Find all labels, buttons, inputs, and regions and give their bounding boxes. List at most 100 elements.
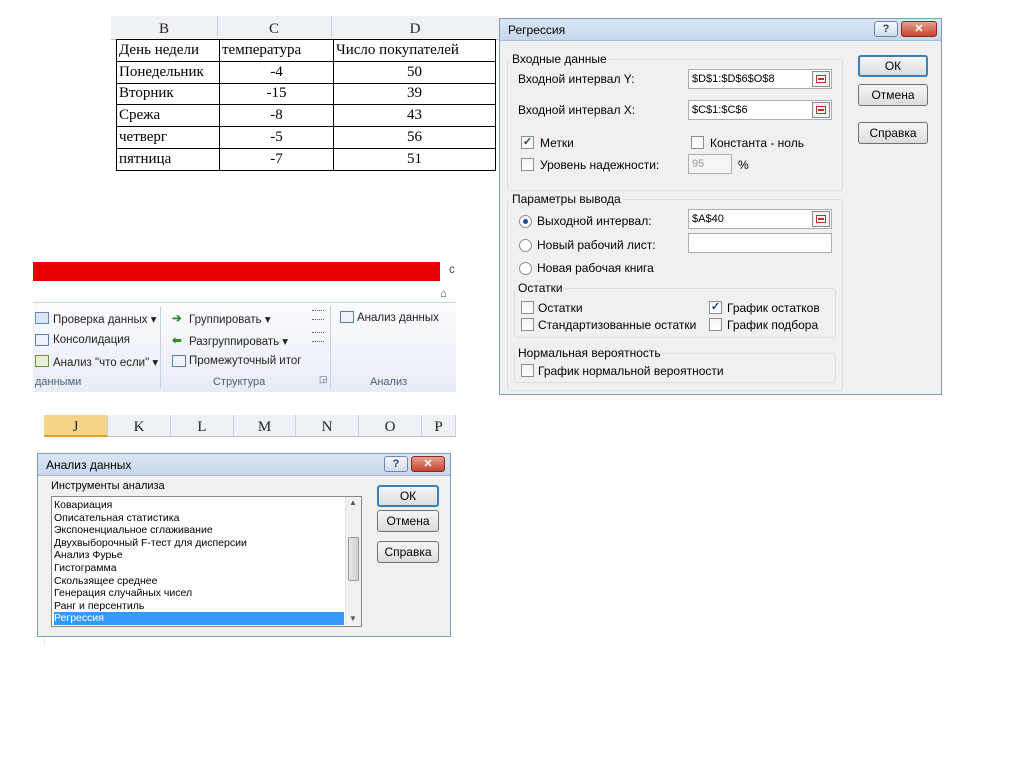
- subtotal-icon: [172, 355, 186, 367]
- x-range-value: $C$1:$C$6: [692, 104, 748, 116]
- new-sheet-radio[interactable]: [519, 239, 532, 252]
- table-cell[interactable]: Понедельник: [116, 60, 220, 84]
- ungroup-label: Разгруппировать: [189, 336, 280, 348]
- consolidation-button[interactable]: Консолидация: [53, 334, 130, 346]
- subtotal-button[interactable]: Промежуточный итог: [189, 355, 301, 367]
- list-item[interactable]: Скользящее среднее: [54, 575, 157, 588]
- constant-zero-label: Константа - ноль: [710, 136, 804, 150]
- list-item[interactable]: Экспоненциальное сглаживание: [54, 524, 213, 537]
- header-cell[interactable]: температура: [219, 39, 334, 62]
- column-header-b[interactable]: B: [111, 16, 217, 40]
- confidence-input[interactable]: 95: [688, 154, 732, 174]
- column-header-m[interactable]: M: [234, 415, 296, 437]
- what-if-button[interactable]: Анализ "что если" ▾: [53, 355, 158, 369]
- analysis-titlebar[interactable]: Анализ данных ? ✕: [38, 454, 450, 476]
- list-item[interactable]: Двухвыборочный F-тест для дисперсии: [54, 537, 247, 550]
- scroll-up-icon[interactable]: ▲: [349, 498, 357, 507]
- list-scrollbar[interactable]: ▲ ▼: [345, 497, 361, 626]
- new-sheet-input[interactable]: [688, 233, 832, 253]
- table-cell[interactable]: -5: [219, 126, 334, 149]
- tools-list[interactable]: Ковариация Описательная статистика Экспо…: [51, 496, 362, 627]
- table-cell[interactable]: пятница: [116, 147, 220, 171]
- normal-plot-checkbox[interactable]: [521, 364, 534, 377]
- ok-button[interactable]: ОК: [377, 485, 439, 507]
- column-header-n[interactable]: N: [296, 415, 359, 437]
- header-cell[interactable]: Число покупателей: [333, 39, 496, 62]
- column-header-o[interactable]: O: [359, 415, 422, 437]
- group-title: Остатки: [516, 281, 565, 295]
- help-icon[interactable]: ?: [874, 21, 898, 37]
- new-book-radio[interactable]: [519, 262, 532, 275]
- y-range-value: $D$1:$D$6$O$8: [692, 73, 775, 85]
- close-icon[interactable]: ✕: [411, 456, 445, 472]
- table-cell[interactable]: 43: [333, 104, 496, 128]
- range-picker-icon[interactable]: [812, 102, 830, 118]
- table-cell[interactable]: 50: [333, 60, 496, 84]
- ungroup-button[interactable]: Разгруппировать ▾: [189, 334, 288, 348]
- regression-titlebar[interactable]: Регрессия ? ✕: [500, 19, 941, 41]
- data-analysis-button[interactable]: Анализ данных: [357, 312, 439, 324]
- list-item[interactable]: Ковариация: [54, 499, 112, 512]
- output-range-input[interactable]: $A$40: [688, 209, 832, 229]
- list-item[interactable]: Анализ Фурье: [54, 549, 123, 562]
- help-button[interactable]: Справка: [377, 541, 439, 563]
- table-cell[interactable]: четверг: [116, 126, 220, 149]
- table-cell[interactable]: 56: [333, 126, 496, 149]
- std-residuals-checkbox[interactable]: [521, 318, 534, 331]
- column-header-l[interactable]: L: [171, 415, 234, 437]
- labels-checkbox[interactable]: ✓: [521, 136, 534, 149]
- list-item[interactable]: Генерация случайных чисел: [54, 587, 192, 600]
- data-validation-button[interactable]: Проверка данных ▾: [53, 312, 157, 326]
- show-detail-icon[interactable]: [312, 310, 324, 320]
- table-cell[interactable]: -4: [219, 60, 334, 84]
- constant-zero-checkbox[interactable]: [691, 136, 704, 149]
- group-title: Параметры вывода: [510, 192, 623, 206]
- residual-plot-checkbox[interactable]: ✓: [709, 301, 722, 314]
- fit-plot-checkbox[interactable]: [709, 318, 722, 331]
- group-button[interactable]: Группировать ▾: [189, 312, 271, 326]
- table-cell[interactable]: -7: [219, 147, 334, 171]
- list-item[interactable]: Описательная статистика: [54, 512, 179, 525]
- y-range-input[interactable]: $D$1:$D$6$O$8: [688, 69, 832, 89]
- hide-detail-icon[interactable]: [312, 332, 324, 342]
- range-picker-icon[interactable]: [812, 71, 830, 87]
- scroll-thumb[interactable]: [348, 537, 359, 581]
- dialog-launcher-icon[interactable]: ◲: [319, 374, 328, 385]
- confidence-checkbox[interactable]: [521, 158, 534, 171]
- dialog-title: Регрессия: [508, 23, 566, 37]
- column-header-k[interactable]: K: [108, 415, 171, 437]
- table-cell[interactable]: 39: [333, 82, 496, 106]
- close-icon[interactable]: ✕: [901, 21, 937, 37]
- column-header-p[interactable]: P: [422, 415, 456, 437]
- list-item[interactable]: Ранг и персентиль: [54, 600, 144, 613]
- new-sheet-label: Новый рабочий лист:: [537, 238, 656, 252]
- help-button[interactable]: Справка: [858, 122, 928, 144]
- cancel-button[interactable]: Отмена: [377, 510, 439, 532]
- x-range-input[interactable]: $C$1:$C$6: [688, 100, 832, 120]
- ribbon-stub-icon[interactable]: ⌂: [440, 288, 447, 300]
- ribbon-fragment: с ⌂ Проверка данных ▾ Консолидация Анали…: [33, 262, 456, 392]
- header-cell[interactable]: День недели: [116, 39, 220, 62]
- list-item-selected[interactable]: Регрессия: [54, 612, 344, 625]
- output-range-radio[interactable]: [519, 215, 532, 228]
- tools-label: Инструменты анализа: [51, 480, 165, 492]
- residuals-checkbox[interactable]: [521, 301, 534, 314]
- list-item[interactable]: Гистограмма: [54, 562, 117, 575]
- scroll-down-icon[interactable]: ▼: [349, 614, 357, 623]
- range-picker-icon[interactable]: [812, 211, 830, 227]
- table-cell[interactable]: -15: [219, 82, 334, 106]
- what-if-label: Анализ "что если": [53, 357, 150, 369]
- ribbon-accent-bar: [33, 262, 440, 281]
- ok-button[interactable]: ОК: [858, 55, 928, 77]
- help-icon[interactable]: ?: [384, 456, 408, 472]
- table-cell[interactable]: Вторник: [116, 82, 220, 106]
- column-headers: J K L M N O P: [44, 415, 456, 439]
- table-cell[interactable]: 51: [333, 147, 496, 171]
- table-cell[interactable]: Срежа: [116, 104, 220, 128]
- x-range-label: Входной интервал X:: [518, 103, 636, 117]
- table-cell[interactable]: -8: [219, 104, 334, 128]
- cancel-button[interactable]: Отмена: [858, 84, 928, 106]
- column-header-d[interactable]: D: [331, 16, 499, 40]
- column-header-c[interactable]: C: [217, 16, 331, 40]
- column-header-j[interactable]: J: [44, 415, 108, 437]
